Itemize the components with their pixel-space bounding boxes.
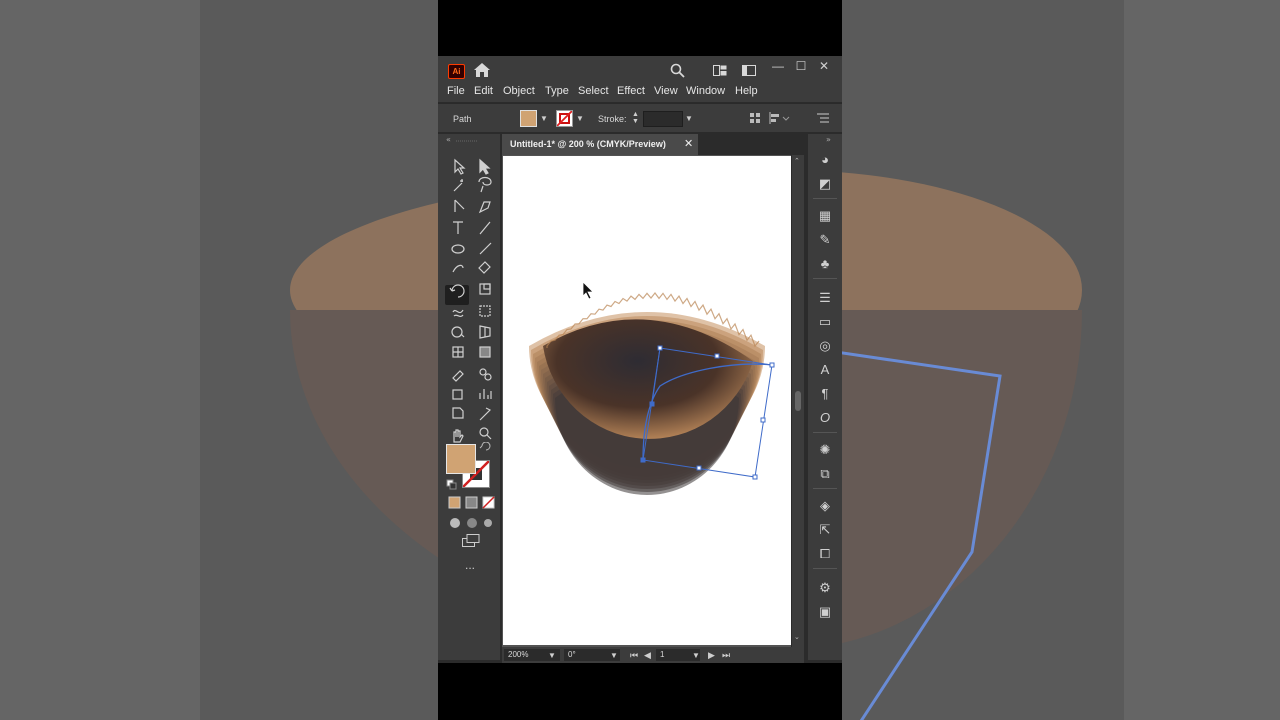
- transparency-panel-icon[interactable]: ◎: [817, 338, 833, 354]
- panel-dock: » ◕ ◩ ▦ ✎ ♣ ☰ ▭ ◎ A ¶ O ✺ ⧉ ◈ ⇱ ⧠ ⚙ ▣: [808, 134, 842, 660]
- menu-edit[interactable]: Edit: [474, 85, 493, 97]
- last-artboard-icon[interactable]: ⏭: [722, 650, 730, 661]
- menu-view[interactable]: View: [654, 85, 678, 97]
- mouse-pointer-icon: [582, 281, 594, 300]
- opentype-panel-icon[interactable]: O: [817, 410, 833, 426]
- fill-color-box[interactable]: [446, 444, 476, 474]
- character-panel-icon[interactable]: A: [817, 362, 833, 378]
- scroll-thumb[interactable]: [795, 391, 801, 411]
- swap-colors-icon: [479, 442, 491, 451]
- menu-effect[interactable]: Effect: [617, 85, 645, 97]
- artboard-dropdown-icon[interactable]: ▼: [692, 651, 700, 660]
- zoom-dropdown-icon[interactable]: ▼: [548, 651, 556, 660]
- panel-divider: [813, 198, 837, 199]
- color-panel-icon[interactable]: ◕: [817, 152, 833, 168]
- fill-color-swatch[interactable]: [520, 110, 537, 127]
- gradient-panel-icon[interactable]: ▭: [817, 314, 833, 330]
- rotated-copies-bowl[interactable]: [529, 292, 765, 495]
- app-logo: Ai: [448, 64, 465, 79]
- svg-text:»: »: [826, 135, 831, 144]
- graphic-styles-icon[interactable]: ⧉: [817, 466, 833, 482]
- next-artboard-icon[interactable]: ▶: [708, 650, 715, 661]
- stroke-panel-icon[interactable]: ☰: [817, 290, 833, 306]
- stroke-dropdown-icon[interactable]: ▼: [576, 114, 584, 123]
- title-bar: Ai — ☐ ✕: [438, 56, 842, 83]
- scroll-up-icon[interactable]: ⌃: [794, 157, 800, 165]
- collapse-toolbox-icon[interactable]: «: [438, 134, 498, 144]
- stroke-color-swatch[interactable]: [556, 110, 573, 127]
- rotation-dropdown-icon[interactable]: ▼: [610, 651, 618, 660]
- panel-divider: [813, 432, 837, 433]
- appearance-panel-icon[interactable]: ✺: [817, 442, 833, 458]
- menu-file[interactable]: File: [447, 85, 465, 97]
- arrange-documents-icon[interactable]: [713, 65, 727, 76]
- align-icons[interactable]: [750, 112, 800, 124]
- background-dimmer-right: [842, 0, 1280, 720]
- panel-divider: [813, 278, 837, 279]
- selection-type-label: Path: [453, 114, 472, 124]
- status-bar: 200% ▼ 0° ▼ ⏮ ◀ 1 ▼ ▶ ⏭: [502, 647, 804, 663]
- menu-bar: File Edit Object Type Select Effect View…: [438, 83, 842, 102]
- search-icon[interactable]: [670, 63, 685, 78]
- menu-help[interactable]: Help: [735, 85, 758, 97]
- properties-panel-icon[interactable]: ⚙: [817, 580, 833, 596]
- edit-toolbar-button[interactable]: ...: [465, 558, 475, 572]
- artboard[interactable]: [503, 156, 791, 645]
- minimize-button[interactable]: —: [768, 58, 788, 76]
- artboard-number: 1: [660, 650, 665, 659]
- artboards-panel-icon[interactable]: ⧠: [817, 546, 833, 562]
- control-bar: Path ▼ ▼ Stroke: ▲ ▼ ▼: [438, 103, 842, 132]
- close-tab-icon[interactable]: ✕: [684, 137, 693, 150]
- document-tab-label: Untitled-1* @ 200 % (CMYK/Preview): [510, 139, 666, 149]
- paragraph-panel-icon[interactable]: ¶: [817, 386, 833, 402]
- asset-export-icon[interactable]: ⇱: [817, 522, 833, 538]
- svg-text:«: «: [446, 135, 451, 144]
- panel-divider: [813, 488, 837, 489]
- stroke-weight-stepper[interactable]: ▲ ▼: [632, 111, 640, 125]
- home-icon[interactable]: [473, 62, 491, 78]
- document-tab[interactable]: Untitled-1* @ 200 % (CMYK/Preview) ✕: [502, 134, 698, 155]
- symbols-icon[interactable]: ♣: [817, 256, 833, 272]
- background-left: [0, 0, 438, 720]
- color-guide-icon[interactable]: ◩: [817, 176, 833, 192]
- workspace-icon[interactable]: [742, 65, 756, 76]
- close-button[interactable]: ✕: [814, 58, 834, 76]
- vertical-scrollbar[interactable]: ⌃ ⌄: [792, 155, 804, 647]
- menu-object[interactable]: Object: [503, 85, 535, 97]
- rotation-value: 0°: [568, 650, 576, 659]
- background-dimmer: [0, 0, 438, 720]
- fill-dropdown-icon[interactable]: ▼: [540, 114, 548, 123]
- libraries-panel-icon[interactable]: ▣: [817, 604, 833, 620]
- change-screen-mode-icon[interactable]: [462, 534, 482, 548]
- scroll-down-icon[interactable]: ⌄: [794, 633, 800, 641]
- brushes-icon[interactable]: ✎: [817, 232, 833, 248]
- artwork[interactable]: [503, 156, 791, 645]
- properties-menu-icon[interactable]: [817, 113, 829, 123]
- swatches-icon[interactable]: ▦: [817, 208, 833, 224]
- background-right: [842, 0, 1280, 720]
- tools-panel: « ...: [438, 134, 500, 660]
- maximize-button[interactable]: ☐: [791, 58, 811, 76]
- first-artboard-icon[interactable]: ⏮: [630, 650, 638, 661]
- tool-grid: [449, 158, 492, 443]
- menu-window[interactable]: Window: [686, 85, 725, 97]
- canvas[interactable]: [502, 155, 791, 647]
- illustrator-window: Ai — ☐ ✕ File Edit Object Type Select Ef…: [438, 56, 842, 663]
- stroke-label[interactable]: Stroke:: [598, 114, 627, 124]
- panel-divider: [813, 568, 837, 569]
- menu-type[interactable]: Type: [545, 85, 569, 97]
- layers-panel-icon[interactable]: ◈: [817, 498, 833, 514]
- menu-select[interactable]: Select: [578, 85, 609, 97]
- stroke-weight-dropdown-icon[interactable]: ▼: [685, 114, 693, 123]
- zoom-value: 200%: [508, 650, 529, 659]
- stroke-weight-input[interactable]: [643, 111, 683, 127]
- collapse-dock-icon[interactable]: »: [808, 134, 842, 144]
- previous-artboard-icon[interactable]: ◀: [644, 650, 651, 661]
